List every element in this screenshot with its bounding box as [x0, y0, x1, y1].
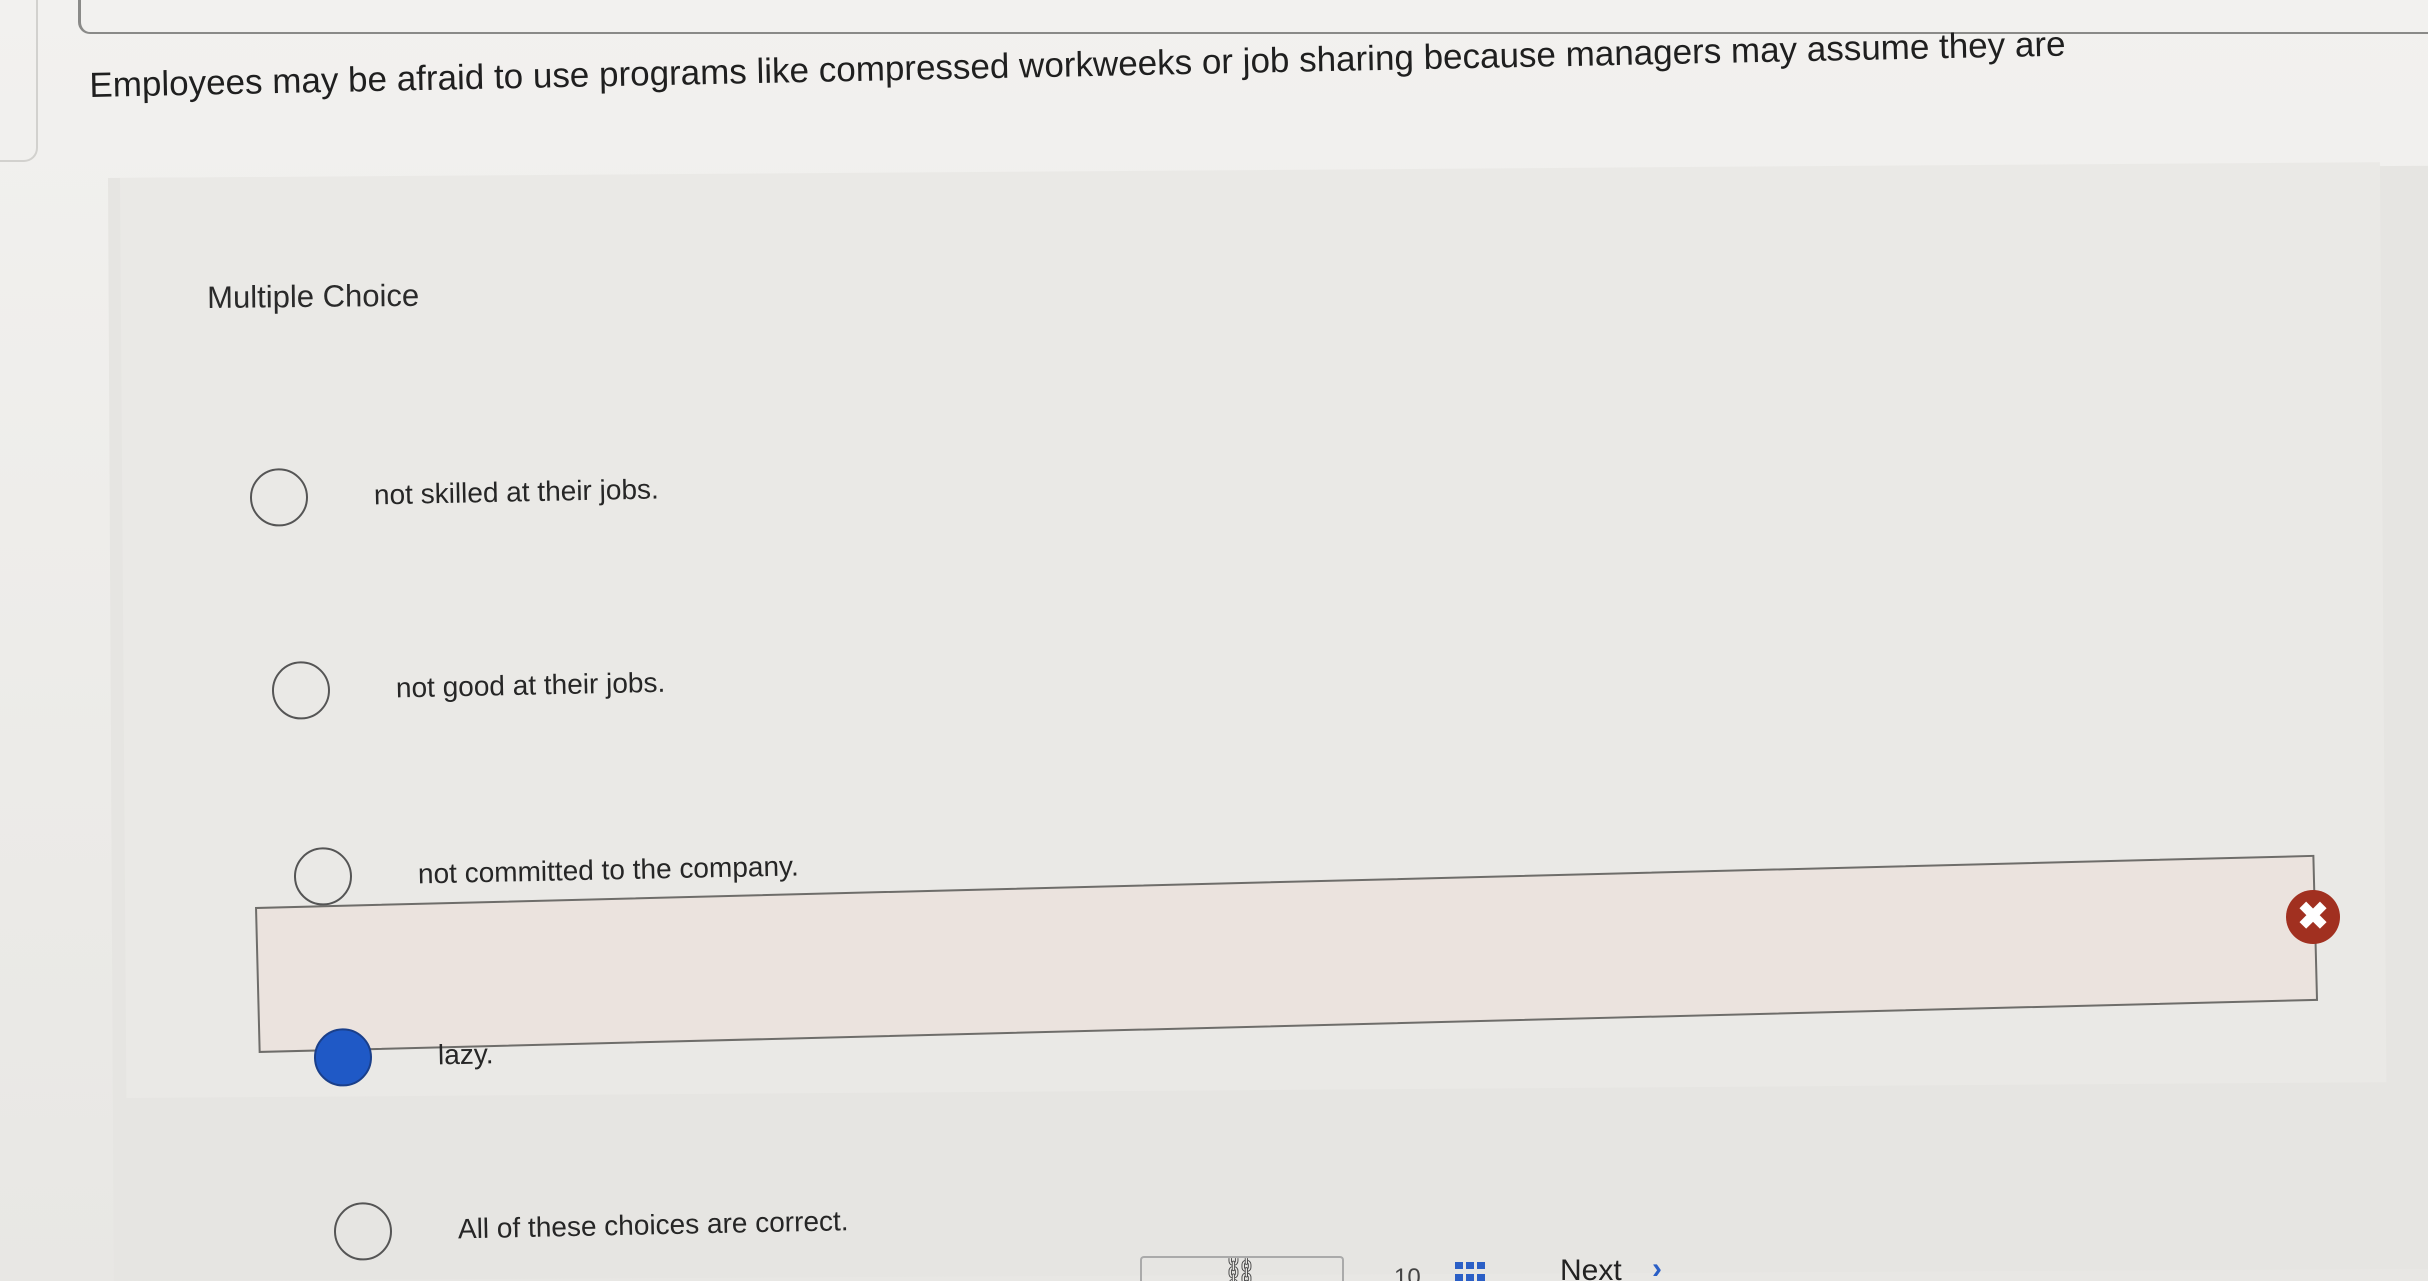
- grid-icon[interactable]: [1455, 1262, 1489, 1281]
- option-label: not skilled at their jobs.: [373, 473, 660, 511]
- chevron-right-icon[interactable]: ›: [1652, 1252, 1662, 1281]
- option-not-good[interactable]: not good at their jobs.: [271, 654, 666, 720]
- option-not-committed[interactable]: not committed to the company.: [293, 837, 799, 906]
- page-number: 10: [1394, 1264, 1421, 1281]
- radio-button[interactable]: [293, 846, 353, 906]
- option-label: not good at their jobs.: [395, 666, 666, 704]
- option-all-correct[interactable]: All of these choices are correct.: [333, 1192, 849, 1261]
- option-lazy[interactable]: lazy.: [313, 1025, 494, 1087]
- option-not-skilled[interactable]: not skilled at their jobs.: [249, 460, 659, 527]
- quiz-page: Employees may be afraid to use programs …: [0, 0, 2428, 1281]
- link-icon[interactable]: ⛓: [1222, 1256, 1258, 1281]
- option-label: All of these choices are correct.: [457, 1205, 849, 1245]
- next-button[interactable]: Next: [1560, 1254, 1622, 1281]
- radio-button[interactable]: [333, 1201, 393, 1261]
- top-frame: [78, 0, 2428, 34]
- option-label: not committed to the company.: [417, 850, 799, 890]
- question-prompt: Employees may be afraid to use programs …: [89, 24, 2066, 105]
- radio-button-selected[interactable]: [313, 1027, 373, 1087]
- question-type-label: Multiple Choice: [207, 277, 420, 315]
- option-label: lazy.: [437, 1038, 494, 1071]
- radio-button[interactable]: [249, 467, 309, 527]
- left-frame-edge: [0, 0, 38, 162]
- radio-button[interactable]: [271, 660, 331, 720]
- incorrect-icon: ✖: [2286, 890, 2340, 944]
